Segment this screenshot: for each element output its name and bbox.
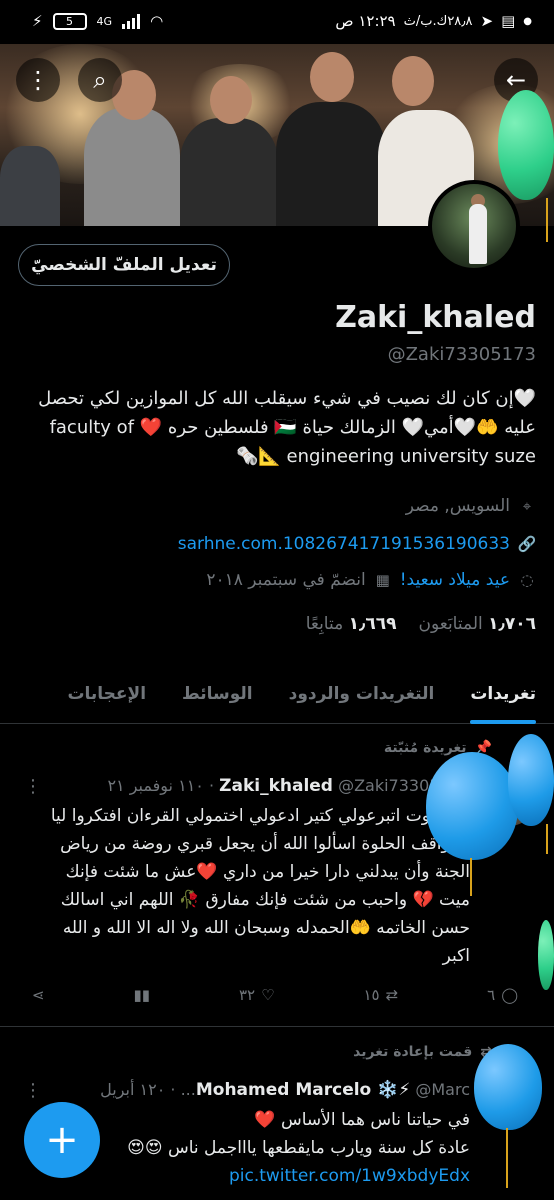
balloon-decoration <box>508 734 554 826</box>
banner-person-head <box>392 56 434 106</box>
context-label: تغريدة مُثبّتة <box>383 740 467 756</box>
banner-person <box>0 146 60 226</box>
views-button[interactable]: ▮▮ <box>134 986 151 1004</box>
compose-plus-icon: + <box>45 1117 79 1163</box>
status-right: ١٢:٢٩ ص ٢٨٫٨ك.ب/ث ➤ ▤ ● <box>335 12 532 30</box>
tweet-author[interactable]: Mohamed Marcelo ❄️⚡ <box>196 1080 410 1100</box>
heart-icon: ♡ <box>261 986 275 1004</box>
following-label: متابِعًا <box>305 614 344 634</box>
edit-profile-button[interactable]: تعديل الملفّ الشخصيّ <box>18 244 230 286</box>
tweet-date: ١٢٠ أبريل <box>100 1080 166 1099</box>
tweet-header: Zaki_khaled @Zaki73305173 · ١١٠ نوفمبر ٢… <box>107 776 470 796</box>
bio-line: engineering university suze 📐🗞️ <box>235 446 536 467</box>
tweet-line: لما اموت اتبرعولي كتير ادعولي اختمولي ال… <box>50 806 470 826</box>
balloon-decoration <box>538 920 554 990</box>
balloon-decoration <box>498 90 554 200</box>
website-link[interactable]: 108267417191536190633.sarhne.com <box>178 534 510 554</box>
banner-person-head <box>210 76 252 124</box>
telegram-icon: ➤ <box>480 12 494 30</box>
reply-button[interactable]: ٦ ◯ <box>487 986 518 1004</box>
balloon-string <box>546 198 548 242</box>
balloon-decoration <box>426 752 518 860</box>
wifi-icon: ◠ <box>150 12 164 30</box>
tweet-header: Mohamed Marcelo ❄️⚡ @Marc... · ١٢٠ أبريل <box>100 1080 470 1100</box>
profile-tabs: تغريدات التغريدات والردود الوسائط الإعجا… <box>0 664 554 724</box>
link-icon: 🔗 <box>517 535 537 553</box>
balloon-string <box>506 1128 508 1188</box>
status-time: ١٢:٢٩ ص <box>335 12 396 30</box>
followers-count: ١٫٧٠٦ <box>488 614 536 634</box>
bio-line: عليه 🤲🤍أمي🤍 الزمالك حياة 🇵🇸 فلسطين حره ❤… <box>49 417 536 438</box>
network-label: 4G <box>96 14 113 28</box>
context-label: قمت بإعادة تغريد <box>353 1044 473 1060</box>
signal-icon <box>122 13 141 29</box>
like-count: ٣٢ <box>238 986 256 1004</box>
location-text: السويس, مصر <box>405 496 510 516</box>
retweet-button[interactable]: ١٥ ⇄ <box>363 986 398 1004</box>
compose-button[interactable]: + <box>24 1102 100 1178</box>
banner-person <box>180 118 278 226</box>
tweet-line: ميت 💔 واحبب من شئت فإنك مفارق 🥀 اللهم ان… <box>60 890 470 910</box>
status-bar: ⚡ 5 4G ◠ ١٢:٢٩ ص ٢٨٫٨ك.ب/ث ➤ ▤ ● <box>0 0 554 44</box>
share-icon: ⋖ <box>32 986 45 1004</box>
calendar-icon: ▦ <box>375 571 390 589</box>
reply-icon: ◯ <box>501 986 518 1004</box>
tab-likes[interactable]: الإعجابات <box>49 664 164 724</box>
location-icon: ⌖ <box>522 497 532 515</box>
tweet-line: المواقف الحلوة اسألوا الله أن يجعل قبري … <box>60 834 470 854</box>
profile-name: Zaki_khaled <box>335 300 536 335</box>
followers-link[interactable]: ١٫٧٠٦ المتابَعون <box>418 614 536 634</box>
network-speed: ٢٨٫٨ك.ب/ث <box>403 13 473 29</box>
retweet-icon: ⇄ <box>385 986 399 1004</box>
joined-text: انضمّ في سبتمبر ٢٠١٨ <box>206 570 366 590</box>
profile-handle: @Zaki73305173 <box>387 344 536 365</box>
banner-person <box>84 108 180 226</box>
tab-tweets-replies[interactable]: التغريدات والردود <box>271 664 453 724</box>
tab-media[interactable]: الوسائط <box>164 664 271 724</box>
following-count: ١٫٦٦٩ <box>348 614 397 634</box>
tweet-text: لما اموت اتبرعولي كتير ادعولي اختمولي ال… <box>20 802 470 970</box>
sim-icon: ▤ <box>501 12 516 30</box>
tweet-more-icon[interactable]: ⋮ <box>24 1080 42 1101</box>
tweet-more-icon[interactable]: ⋮ <box>24 776 42 797</box>
more-vertical-icon[interactable]: ⋮ <box>16 58 60 102</box>
balloon-string <box>546 824 548 854</box>
location-row: ⌖ السويس, مصر <box>406 496 536 516</box>
profile-avatar[interactable] <box>428 180 520 272</box>
like-button[interactable]: ٣٢ ♡ <box>239 986 275 1004</box>
charging-icon: ⚡ <box>32 12 43 30</box>
tweet-line: الجنة وأن يبدلني دارا خيرا من داري ❤️عش … <box>65 862 470 882</box>
tweet-context: ⇄ قمت بإعادة تغريد <box>353 1044 492 1060</box>
dot-icon: ● <box>523 15 532 27</box>
battery-level: 5 <box>66 14 74 28</box>
banner-person <box>276 102 386 226</box>
meta-row: ◌ عيد ميلاد سعيد! ▦ انضمّ في سبتمبر ٢٠١٨ <box>206 570 536 590</box>
tweet-line: اكبر <box>442 946 470 966</box>
profile-bio: 🤍إن كان لك نصيب في شيء سيقلب الله كل الم… <box>16 384 536 471</box>
tweet-actions: ⋖ ▮▮ ٣٢ ♡ ١٥ ⇄ ٦ ◯ <box>0 986 554 1004</box>
tab-tweets[interactable]: تغريدات <box>452 664 554 724</box>
share-button[interactable]: ⋖ <box>32 986 45 1004</box>
birthday-text[interactable]: عيد ميلاد سعيد! <box>400 570 510 590</box>
tweet-date: ١١٠ نوفمبر ٢١ <box>107 776 204 795</box>
chart-icon: ▮▮ <box>133 986 151 1004</box>
bio-line: 🤍إن كان لك نصيب في شيء سيقلب الله كل الم… <box>38 388 536 409</box>
banner-person-head <box>310 52 354 102</box>
balloon-icon: ◌ <box>520 571 534 589</box>
reply-count: ٦ <box>487 986 496 1004</box>
following-link[interactable]: ١٫٦٦٩ متابِعًا <box>306 614 397 634</box>
battery-icon: 5 <box>52 12 87 30</box>
divider <box>0 1026 554 1027</box>
status-icons: ⚡ 5 4G ◠ <box>32 12 163 30</box>
tweet-line: حسن الخاتمه 🤲الحمدله وسبحان الله ولا اله… <box>62 918 470 938</box>
follow-stats: ١٫٧٠٦ المتابَعون ١٫٦٦٩ متابِعًا <box>306 614 536 634</box>
tweet-author[interactable]: Zaki_khaled <box>219 776 333 796</box>
website-row[interactable]: 🔗 108267417191536190633.sarhne.com <box>178 534 537 554</box>
followers-label: المتابَعون <box>418 614 483 634</box>
balloon-decoration <box>474 1044 542 1130</box>
retweet-count: ١٥ <box>363 986 380 1004</box>
search-icon[interactable]: ⌕ <box>78 58 122 102</box>
balloon-string <box>470 858 472 896</box>
